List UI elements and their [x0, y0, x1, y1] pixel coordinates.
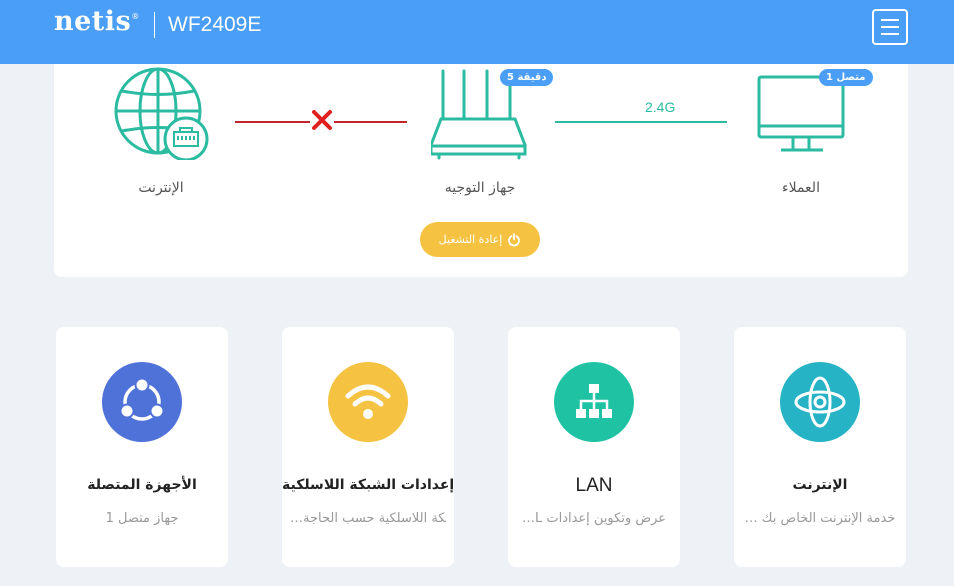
card-title: الأجهزة المتصلة	[87, 477, 197, 493]
connected-devices-card[interactable]: الأجهزة المتصلة جهاز متصل 1	[56, 327, 228, 567]
clients-count-badge: متصل 1	[819, 69, 873, 86]
card-description: جهاز متصل 1	[105, 511, 179, 526]
card-description: …بكة اللاسلكية حسب الحاجة	[290, 511, 446, 526]
lan-topology-icon	[554, 362, 634, 442]
top-bar: netis® WF2409E	[0, 0, 954, 64]
uptime-badge: دقيقة 5	[500, 69, 554, 86]
router-label: جهاز التوجيه	[444, 180, 516, 196]
wifi-icon	[328, 362, 408, 442]
globe-ethernet-icon	[114, 67, 209, 160]
lan-card[interactable]: LAN …L عرض وتكوين إعدادات	[508, 327, 680, 567]
clients-label: العملاء	[782, 180, 820, 196]
restart-button[interactable]: إعادة التشغيل	[420, 222, 540, 257]
internet-label: الإنترنت	[138, 180, 184, 196]
model-name: WF2409E	[168, 13, 262, 36]
brand-logo[interactable]: netis®	[54, 6, 140, 37]
power-icon	[508, 232, 521, 246]
monitor-icon	[757, 75, 845, 152]
disconnected-x-icon	[310, 108, 334, 132]
internet-orbit-icon	[780, 362, 860, 442]
internet-card[interactable]: الإنترنت … خدمة الإنترنت الخاص بك	[734, 327, 906, 567]
wireless-settings-card[interactable]: إعدادات الشبكة اللاسلكية …بكة اللاسلكية …	[282, 327, 454, 567]
hamburger-menu-icon	[881, 19, 899, 21]
hamburger-menu-button[interactable]	[872, 9, 908, 45]
header-divider	[154, 12, 155, 38]
card-description: … خدمة الإنترنت الخاص بك	[744, 511, 896, 526]
card-title: إعدادات الشبكة اللاسلكية	[282, 477, 455, 493]
network-status-card: الإنترنت دقيقة 5 جهاز التوجيه 2.4G متصل …	[54, 64, 908, 277]
share-nodes-icon	[102, 362, 182, 442]
card-title: LAN	[575, 475, 613, 496]
band-label: 2.4G	[645, 99, 676, 115]
card-title: الإنترنت	[792, 477, 848, 493]
wireless-link-line	[555, 121, 727, 123]
card-description: …L عرض وتكوين إعدادات	[521, 511, 667, 526]
